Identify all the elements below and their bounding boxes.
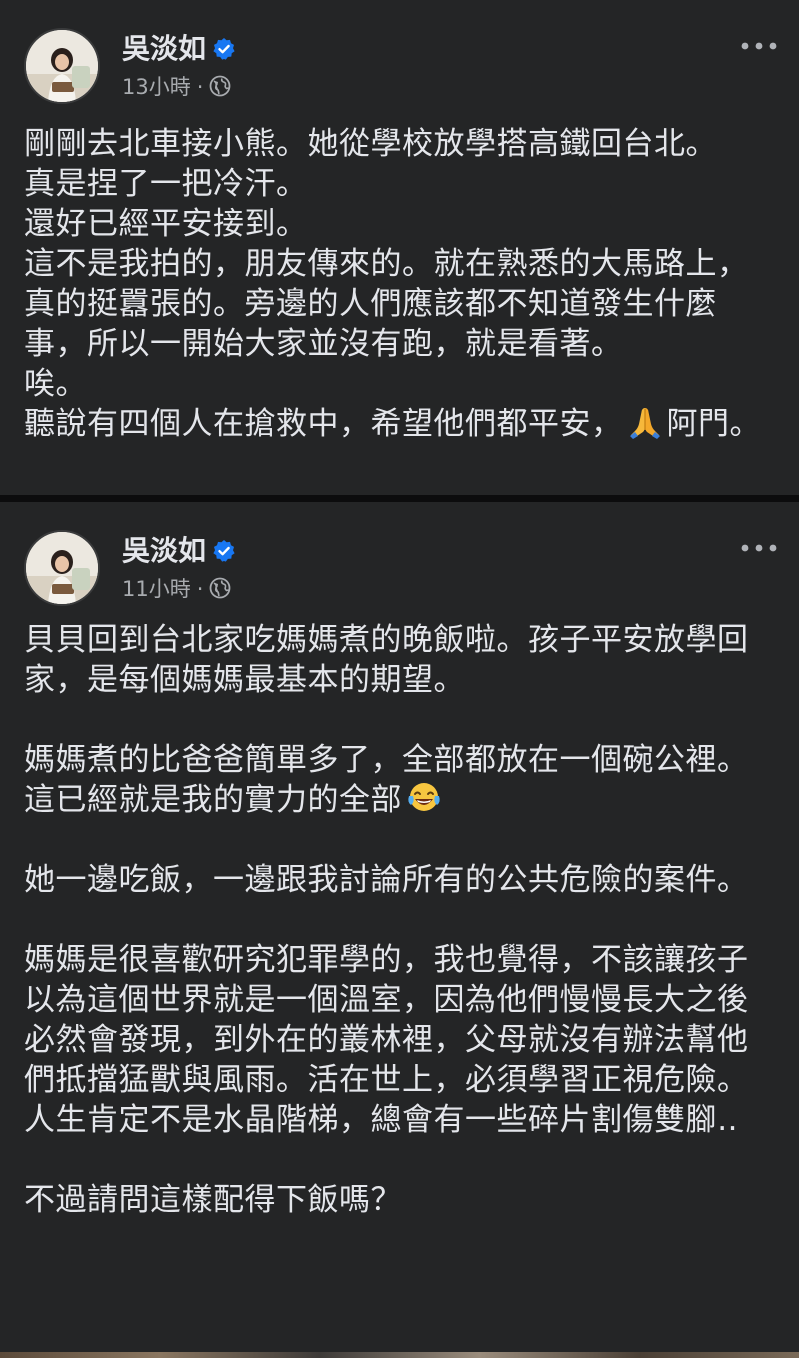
post-card: 吳淡如 11小時 · 貝貝回到台北家吃媽媽煮的晚飯啦。孩子平安放學回家，是每個媽… xyxy=(0,502,799,1358)
post-text-part: 貝貝回到台北家吃媽媽煮的晚飯啦。孩子平安放學回家，是每個媽媽最基本的期望。 媽媽… xyxy=(24,622,749,818)
post-text-part: 阿門。 xyxy=(666,406,761,442)
post-text: 貝貝回到台北家吃媽媽煮的晚飯啦。孩子平安放學回家，是每個媽媽最基本的期望。 媽媽… xyxy=(24,620,769,1220)
post-timestamp[interactable]: 11小時 xyxy=(122,577,191,601)
post-meta: 11小時 · xyxy=(122,576,231,602)
post-header: 吳淡如 11小時 · xyxy=(24,526,779,610)
verified-badge-icon xyxy=(212,537,236,562)
post-card: 吳淡如 13小時 · 剛剛去北車接小熊。她從學校放學搭高鐵回台北。 真是捏了一把… xyxy=(0,0,799,495)
author-name-text[interactable]: 吳淡如 xyxy=(122,534,206,567)
post-header: 吳淡如 13小時 · xyxy=(24,24,779,108)
verified-badge-icon xyxy=(212,35,236,60)
globe-icon[interactable] xyxy=(209,577,231,599)
post-text-part: 剛剛去北車接小熊。她從學校放學搭高鐵回台北。 真是捏了一把冷汗。 還好已經平安接… xyxy=(24,126,749,442)
author-name[interactable]: 吳淡如 xyxy=(122,534,236,568)
author-name[interactable]: 吳淡如 xyxy=(122,32,236,66)
globe-icon[interactable] xyxy=(209,75,231,97)
more-options-icon[interactable] xyxy=(739,540,779,554)
meta-separator: · xyxy=(196,577,204,601)
avatar[interactable] xyxy=(24,28,100,104)
more-options-icon[interactable] xyxy=(739,38,779,52)
folded-hands-icon xyxy=(627,404,663,440)
post-text: 剛剛去北車接小熊。她從學校放學搭高鐵回台北。 真是捏了一把冷汗。 還好已經平安接… xyxy=(24,124,769,444)
author-name-text[interactable]: 吳淡如 xyxy=(122,32,206,65)
image-preview-strip[interactable] xyxy=(0,1352,799,1358)
joy-tears-icon xyxy=(406,780,442,816)
post-meta: 13小時 · xyxy=(122,74,231,100)
post-timestamp[interactable]: 13小時 xyxy=(122,75,191,99)
avatar[interactable] xyxy=(24,530,100,606)
post-text-part: 她一邊吃飯，一邊跟我討論所有的公共危險的案件。 媽媽是很喜歡研究犯罪學的，我也覺… xyxy=(24,862,749,1218)
meta-separator: · xyxy=(196,75,204,99)
